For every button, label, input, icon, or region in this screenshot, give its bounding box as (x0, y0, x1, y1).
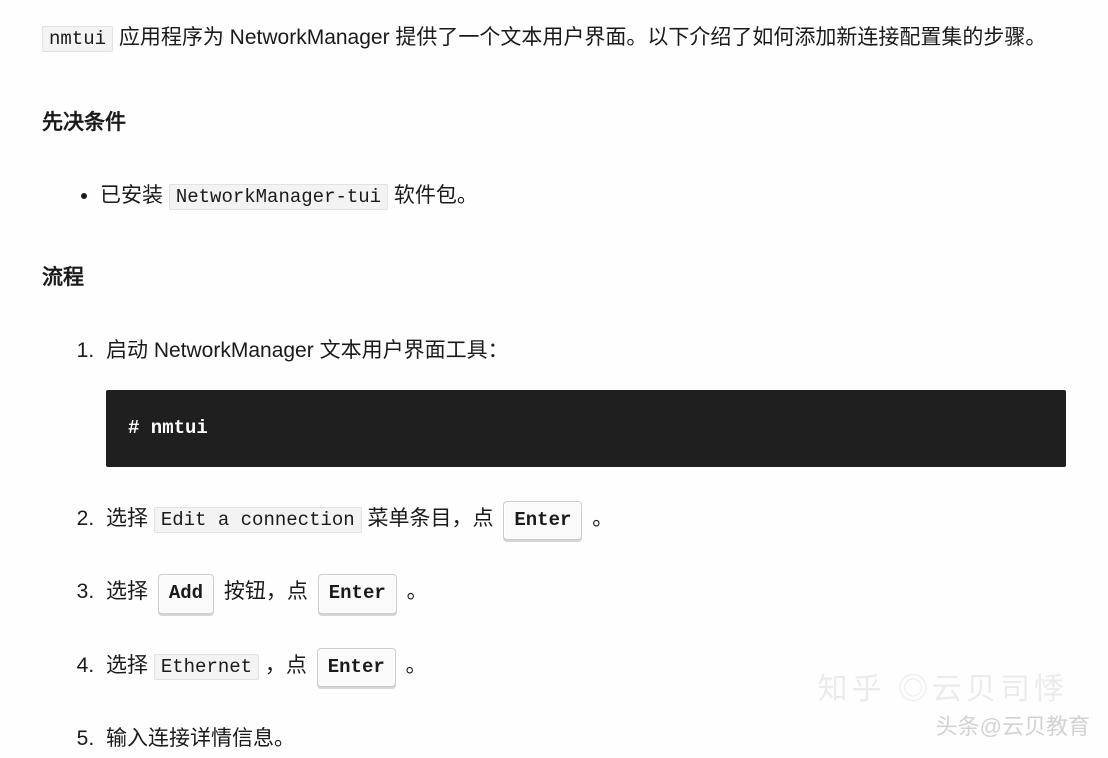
keycap-enter: Enter (318, 574, 397, 613)
process-heading: 流程 (42, 260, 1066, 297)
step-4-t3: 。 (400, 654, 427, 677)
step-4-t2: ，点 (259, 654, 313, 677)
step-2-t3: 。 (586, 507, 613, 530)
watermark-bottom: 头条@云贝教育 (936, 708, 1090, 747)
intro-paragraph: nmtui 应用程序为 NetworkManager 提供了一个文本用户界面。以… (42, 20, 1066, 57)
intro-text: 应用程序为 NetworkManager 提供了一个文本用户界面。以下介绍了如何… (113, 26, 1046, 49)
step-2: 选择 Edit a connection 菜单条目，点 Enter 。 (100, 501, 1066, 540)
code-block-nmtui: # nmtui (106, 390, 1066, 467)
step-2-t1: 选择 (106, 507, 154, 530)
keycap-enter: Enter (317, 648, 396, 687)
step-2-t2: 菜单条目，点 (362, 507, 500, 530)
step-3: 选择 Add 按钮，点 Enter 。 (100, 574, 1066, 613)
list-item: 已安装 NetworkManager-tui 软件包。 (100, 178, 1066, 215)
prereq-suffix: 软件包。 (388, 184, 478, 207)
inline-code-ethernet: Ethernet (154, 654, 259, 680)
step-1-text: 启动 NetworkManager 文本用户界面工具： (106, 339, 509, 362)
step-3-t1: 选择 (106, 580, 154, 603)
inline-code-nmtui: nmtui (42, 26, 113, 52)
prerequisites-heading: 先决条件 (42, 105, 1066, 142)
inline-code-edit-connection: Edit a connection (154, 507, 362, 533)
step-5-text: 输入连接详情信息。 (106, 727, 295, 750)
step-3-t3: 。 (401, 580, 428, 603)
inline-code-pkg: NetworkManager-tui (169, 184, 388, 210)
keycap-enter: Enter (503, 501, 582, 540)
step-4-t1: 选择 (106, 654, 154, 677)
prereq-prefix: 已安装 (100, 184, 169, 207)
prerequisites-list: 已安装 NetworkManager-tui 软件包。 (42, 178, 1066, 215)
keycap-add: Add (158, 574, 214, 613)
step-3-t2: 按钮，点 (218, 580, 314, 603)
step-1: 启动 NetworkManager 文本用户界面工具： # nmtui (100, 333, 1066, 467)
